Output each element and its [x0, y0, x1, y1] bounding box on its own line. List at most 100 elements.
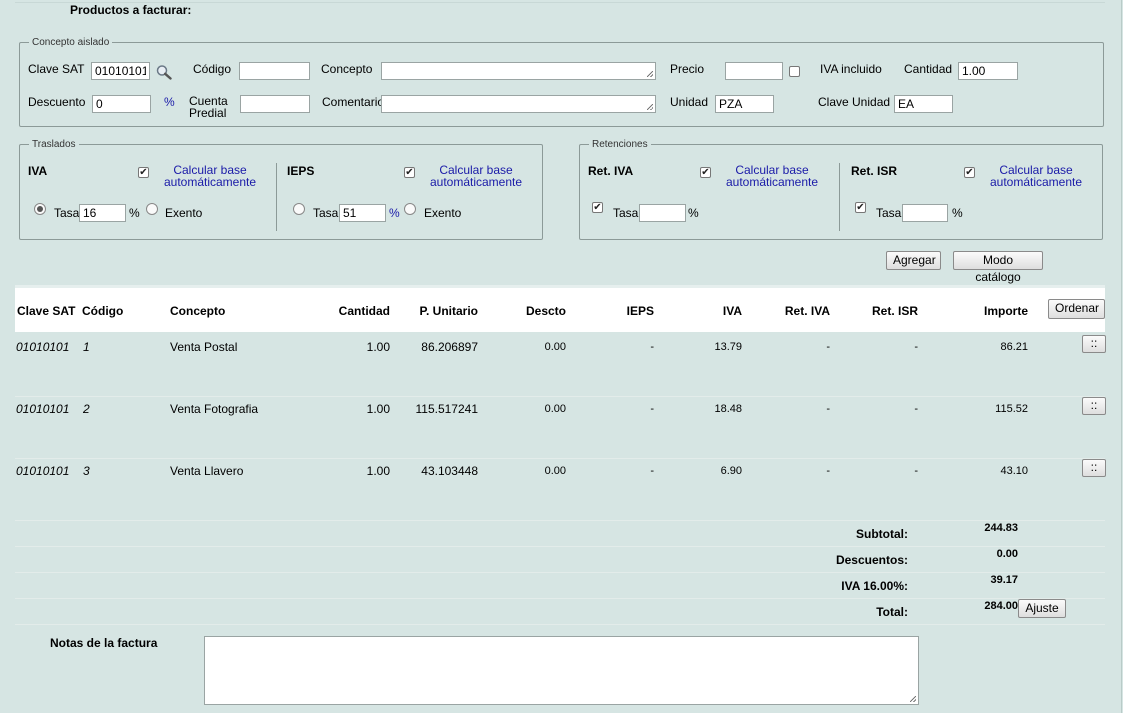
iva-calcular-checkbox[interactable]: ✔	[138, 167, 149, 178]
iva-calcular-line2: automáticamente	[163, 175, 257, 189]
ret-isr-title: Ret. ISR	[851, 164, 898, 178]
search-icon[interactable]	[155, 64, 173, 80]
codigo-label: Código	[193, 62, 232, 76]
row-ret-isr: -	[914, 341, 918, 353]
header-ieps: IEPS	[626, 304, 654, 318]
clave-sat-input[interactable]	[91, 62, 150, 80]
iva-total-label: IVA 16.00%:	[841, 579, 908, 593]
header-iva: IVA	[722, 304, 742, 318]
ajuste-button[interactable]: Ajuste	[1018, 599, 1066, 618]
ordenar-button[interactable]: Ordenar	[1048, 299, 1105, 319]
iva-incluido-checkbox[interactable]	[789, 66, 800, 77]
row-codigo: 3	[83, 464, 90, 478]
descuentos-value: 0.00	[996, 548, 1018, 560]
row-menu-button[interactable]: ::	[1082, 335, 1106, 353]
ret-iva-title: Ret. IVA	[588, 164, 634, 178]
ret-iva-calcular-link[interactable]: Calcular base automáticamente	[722, 164, 822, 188]
iva-tasa-label: Tasa	[54, 206, 80, 220]
iva-exento-label: Exento	[165, 206, 203, 220]
ret-isr-tasa-checkbox[interactable]: ✔	[855, 202, 866, 213]
total-label: Total:	[876, 605, 908, 619]
unidad-label: Unidad	[670, 95, 709, 109]
ret-iva-tasa-input[interactable]	[639, 204, 686, 222]
row-ieps: -	[650, 403, 654, 415]
row-concepto: Venta Postal	[170, 340, 238, 354]
row-clave-sat: 01010101	[16, 340, 70, 354]
iva-exento-radio[interactable]	[146, 203, 158, 215]
retenciones-separator	[839, 163, 840, 231]
row-codigo: 2	[83, 402, 90, 416]
cantidad-input[interactable]	[958, 62, 1018, 80]
iva-calcular-link[interactable]: Calcular base automáticamente	[160, 164, 260, 188]
cuenta-predial-label-line2: Predial	[189, 106, 227, 120]
header-clave-sat: Clave SAT	[17, 304, 76, 318]
ieps-calcular-link[interactable]: Calcular base automáticamente	[426, 164, 526, 188]
iva-tasa-radio[interactable]	[34, 203, 46, 215]
row-divider	[15, 520, 1105, 521]
modo-catalogo-button[interactable]: Modo catálogo	[953, 251, 1043, 284]
ret-iva-tasa-checkbox[interactable]: ✔	[592, 202, 603, 213]
row-concepto: Venta Fotografia	[170, 402, 259, 416]
concepto-textarea[interactable]	[381, 62, 656, 80]
precio-input[interactable]	[725, 62, 783, 80]
header-importe: Importe	[983, 304, 1028, 318]
concepto-fieldset: Concepto aislado	[19, 37, 1104, 127]
cantidad-label: Cantidad	[904, 62, 953, 76]
unidad-input[interactable]	[715, 95, 774, 113]
row-ieps: -	[650, 465, 654, 477]
row-clave-sat: 01010101	[16, 464, 70, 478]
ieps-exento-radio[interactable]	[404, 203, 416, 215]
row-ret-isr: -	[914, 465, 918, 477]
clave-unidad-input[interactable]	[894, 95, 953, 113]
ret-iva-calcular-checkbox[interactable]: ✔	[700, 167, 711, 178]
cuenta-predial-label: Cuenta Predial	[189, 95, 228, 120]
row-codigo: 1	[83, 340, 90, 354]
ret-iva-calcular-line2: automáticamente	[725, 175, 819, 189]
row-menu-button[interactable]: ::	[1082, 397, 1106, 415]
descuento-percent: %	[164, 95, 175, 109]
ieps-tasa-radio[interactable]	[293, 203, 305, 215]
row-cantidad: 1.00	[366, 464, 390, 478]
ret-isr-percent: %	[952, 206, 963, 220]
ret-isr-tasa-label: Tasa	[876, 206, 902, 220]
row-ret-iva: -	[826, 403, 830, 415]
totals-divider	[15, 546, 1105, 547]
clave-unidad-label: Clave Unidad	[818, 95, 891, 109]
iva-title: IVA	[28, 164, 48, 178]
ret-isr-calcular-link[interactable]: Calcular base automáticamente	[986, 164, 1086, 188]
row-importe: 43.10	[1000, 465, 1028, 477]
row-unitario: 86.206897	[421, 340, 478, 354]
cuenta-predial-input[interactable]	[240, 95, 310, 113]
traslados-fieldset: Traslados	[19, 139, 543, 240]
codigo-input[interactable]	[239, 62, 310, 80]
agregar-button[interactable]: Agregar	[886, 251, 941, 270]
row-menu-button[interactable]: ::	[1082, 459, 1106, 477]
row-descto: 0.00	[544, 341, 566, 353]
table-row: 01010101 2 Venta Fotografia 1.00 115.517…	[0, 394, 1123, 456]
ret-isr-calcular-checkbox[interactable]: ✔	[964, 167, 975, 178]
header-ret-iva: Ret. IVA	[784, 304, 830, 318]
section-title: Productos a facturar:	[70, 3, 192, 17]
descuento-input[interactable]	[92, 95, 151, 113]
totals-divider	[15, 572, 1105, 573]
ret-iva-tasa-label: Tasa	[613, 206, 639, 220]
row-descto: 0.00	[544, 403, 566, 415]
ieps-tasa-input[interactable]	[339, 204, 386, 222]
ieps-calcular-checkbox[interactable]: ✔	[404, 167, 415, 178]
row-iva: 18.48	[714, 403, 742, 415]
total-value: 284.00	[984, 600, 1018, 612]
row-cantidad: 1.00	[366, 402, 390, 416]
row-cantidad: 1.00	[366, 340, 390, 354]
iva-tasa-input[interactable]	[79, 204, 126, 222]
descuento-label: Descuento	[28, 95, 86, 109]
comentario-textarea[interactable]	[381, 95, 656, 113]
header-codigo: Código	[82, 304, 124, 318]
row-ret-isr: -	[914, 403, 918, 415]
traslados-separator	[276, 163, 277, 231]
subtotal-value: 244.83	[984, 522, 1018, 534]
concepto-legend: Concepto aislado	[32, 37, 110, 48]
ret-isr-tasa-input[interactable]	[902, 204, 948, 222]
row-concepto: Venta Llavero	[170, 464, 244, 478]
notas-textarea[interactable]	[204, 636, 919, 705]
table-header: Clave SAT Código Concepto Cantidad P. Un…	[15, 285, 1105, 332]
